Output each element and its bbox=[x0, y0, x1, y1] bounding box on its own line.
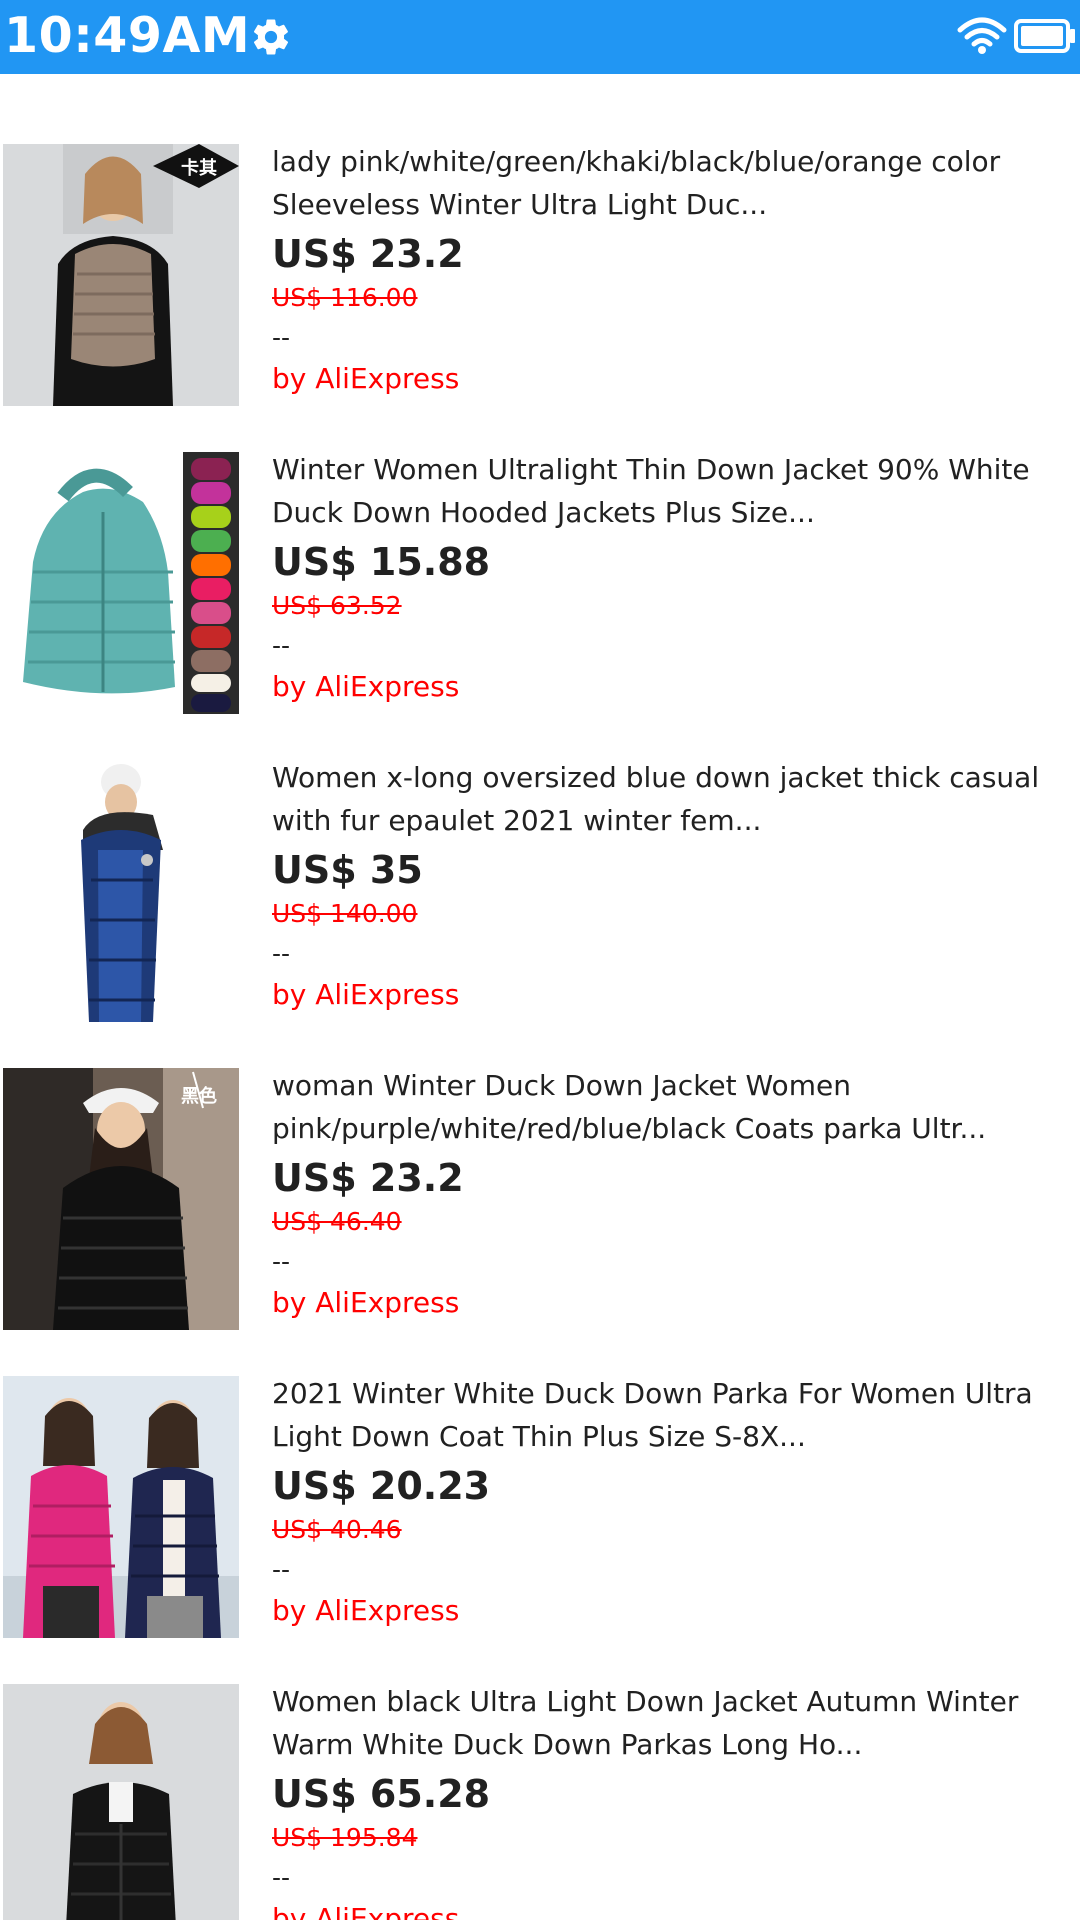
seller-label: by AliExpress bbox=[272, 978, 460, 1011]
status-bar: 10:49AM bbox=[0, 0, 1080, 74]
gear-icon bbox=[253, 19, 289, 55]
product-price: US$ 15.88 bbox=[272, 540, 491, 584]
original-price: US$ 116.00 bbox=[272, 283, 418, 312]
product-image[interactable]: 黑色 bbox=[3, 1068, 239, 1330]
product-title[interactable]: woman Winter Duck Down Jacket Women pink… bbox=[272, 1064, 1072, 1150]
product-rating: -- bbox=[272, 1247, 291, 1276]
product-rating: -- bbox=[272, 1863, 291, 1892]
image-label: 黑色 bbox=[181, 1085, 217, 1107]
original-price: US$ 46.40 bbox=[272, 1207, 402, 1236]
product-info: Winter Women Ultralight Thin Down Jacket… bbox=[272, 452, 1072, 708]
seller-label: by AliExpress bbox=[272, 670, 460, 703]
product-image[interactable]: 卡其 bbox=[3, 144, 239, 406]
product-image[interactable] bbox=[3, 1376, 239, 1638]
product-item[interactable]: Women black Ultra Light Down Jacket Autu… bbox=[0, 1684, 1080, 1920]
status-time: 10:49AM bbox=[4, 7, 251, 64]
product-title[interactable]: Winter Women Ultralight Thin Down Jacket… bbox=[272, 448, 1072, 534]
product-item[interactable]: 黑色 woman Winter Duck Down Jacket Women p… bbox=[0, 1068, 1080, 1376]
battery-icon bbox=[1014, 19, 1075, 53]
product-price: US$ 20.23 bbox=[272, 1464, 491, 1508]
product-item[interactable]: Women x-long oversized blue down jacket … bbox=[0, 760, 1080, 1068]
seller-label: by AliExpress bbox=[272, 362, 460, 395]
seller-label: by AliExpress bbox=[272, 1902, 460, 1920]
product-info: lady pink/white/green/khaki/black/blue/o… bbox=[272, 144, 1072, 400]
original-price: US$ 195.84 bbox=[272, 1823, 418, 1852]
product-info: 2021 Winter White Duck Down Parka For Wo… bbox=[272, 1376, 1072, 1632]
product-info: woman Winter Duck Down Jacket Women pink… bbox=[272, 1068, 1072, 1324]
image-label: 卡其 bbox=[181, 157, 217, 179]
product-item[interactable]: 2021 Winter White Duck Down Parka For Wo… bbox=[0, 1376, 1080, 1684]
seller-label: by AliExpress bbox=[272, 1594, 460, 1627]
product-list[interactable]: 卡其 lady pink/white/green/khaki/black/blu… bbox=[0, 74, 1080, 1920]
product-title[interactable]: Women black Ultra Light Down Jacket Autu… bbox=[272, 1680, 1072, 1766]
product-rating: -- bbox=[272, 1555, 291, 1584]
seller-label: by AliExpress bbox=[272, 1286, 460, 1319]
product-price: US$ 35 bbox=[272, 848, 423, 892]
product-price: US$ 23.2 bbox=[272, 232, 464, 276]
product-image[interactable] bbox=[3, 760, 239, 1022]
product-rating: -- bbox=[272, 939, 291, 968]
product-info: Women x-long oversized blue down jacket … bbox=[272, 760, 1072, 1016]
product-rating: -- bbox=[272, 323, 291, 352]
wifi-icon bbox=[957, 17, 1007, 54]
product-rating: -- bbox=[272, 631, 291, 660]
product-price: US$ 65.28 bbox=[272, 1772, 491, 1816]
product-item[interactable]: 卡其 lady pink/white/green/khaki/black/blu… bbox=[0, 144, 1080, 452]
product-title[interactable]: lady pink/white/green/khaki/black/blue/o… bbox=[272, 140, 1072, 226]
product-info: Women black Ultra Light Down Jacket Autu… bbox=[272, 1684, 1072, 1920]
original-price: US$ 63.52 bbox=[272, 591, 402, 620]
product-title[interactable]: Women x-long oversized blue down jacket … bbox=[272, 756, 1072, 842]
original-price: US$ 40.46 bbox=[272, 1515, 402, 1544]
product-title[interactable]: 2021 Winter White Duck Down Parka For Wo… bbox=[272, 1372, 1072, 1458]
product-price: US$ 23.2 bbox=[272, 1156, 464, 1200]
original-price: US$ 140.00 bbox=[272, 899, 418, 928]
product-image[interactable] bbox=[3, 452, 239, 714]
product-image[interactable] bbox=[3, 1684, 239, 1920]
product-item[interactable]: Winter Women Ultralight Thin Down Jacket… bbox=[0, 452, 1080, 760]
